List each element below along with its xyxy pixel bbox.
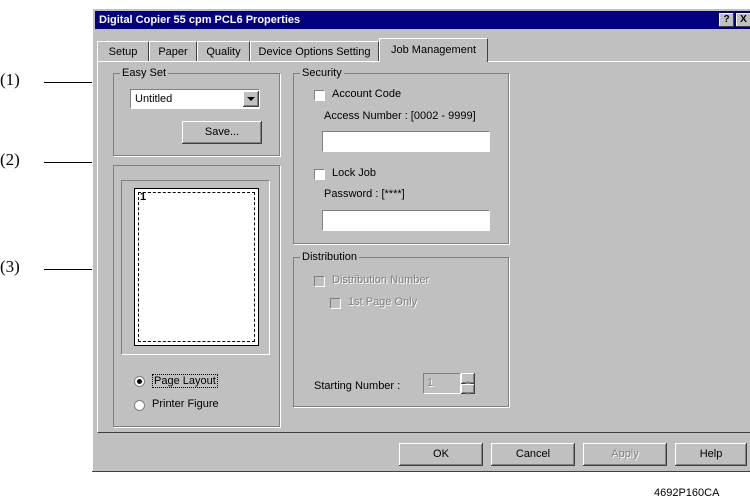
tab-paper[interactable]: Paper [149,41,197,61]
page-number: 1 [140,191,147,203]
printer-figure-radio[interactable] [134,400,145,411]
account-code-label: Account Code [332,88,402,100]
spin-down-button[interactable] [461,384,475,395]
callout-1: (1) [0,70,20,89]
security-label: Security [300,67,344,79]
access-number-input[interactable] [322,131,490,152]
cancel-button[interactable]: Cancel [491,443,575,466]
first-page-only-checkbox[interactable] [330,298,341,309]
callout-3: (3) [0,257,20,276]
help-caption-button[interactable]: ? [719,13,734,27]
first-page-only-label: 1st Page Only [348,296,418,308]
distribution-label: Distribution [300,251,360,263]
help-button[interactable]: Help [675,443,747,466]
spin-up-button[interactable] [461,373,475,384]
save-button[interactable]: Save... [182,121,262,144]
tab-job-management[interactable]: Job Management [379,38,488,62]
radio-selected-dot [137,379,142,384]
account-code-checkbox[interactable] [314,90,325,101]
password-input[interactable] [322,210,490,231]
printer-figure-label: Printer Figure [152,398,219,410]
figure-code: 4692P160CA [654,487,720,499]
access-number-label: Access Number : [0002 - 9999] [324,110,476,122]
easy-set-dropdown[interactable]: Untitled [130,89,260,109]
page-layout-label: Page Layout [152,374,218,388]
page-preview: 1 [134,188,259,346]
ok-button[interactable]: OK [399,443,483,466]
callout-2: (2) [0,150,20,169]
spin-down-icon [465,392,471,395]
starting-number-label: Starting Number : [314,380,401,392]
chevron-down-icon [247,97,255,101]
distribution-number-label: Distribution Number [332,274,430,286]
easy-set-label: Easy Set [120,67,169,79]
starting-number-input[interactable]: 1 [423,373,461,394]
password-label: Password : [****] [324,188,405,200]
apply-button[interactable]: Apply [583,443,667,466]
dropdown-arrow-button[interactable] [243,91,259,107]
printable-area-outline [138,192,255,342]
close-caption-button[interactable]: X [736,13,750,27]
tab-quality[interactable]: Quality [197,41,250,61]
dialog-title: Digital Copier 55 cpm PCL6 Properties [95,11,750,29]
tab-setup[interactable]: Setup [97,41,149,61]
easy-set-selected: Untitled [135,93,173,105]
lock-job-checkbox[interactable] [314,169,325,180]
distribution-number-checkbox[interactable] [314,276,325,287]
page-layout-radio[interactable] [134,376,145,387]
tab-device-options-setting[interactable]: Device Options Setting [250,41,379,61]
lock-job-label: Lock Job [332,167,377,179]
